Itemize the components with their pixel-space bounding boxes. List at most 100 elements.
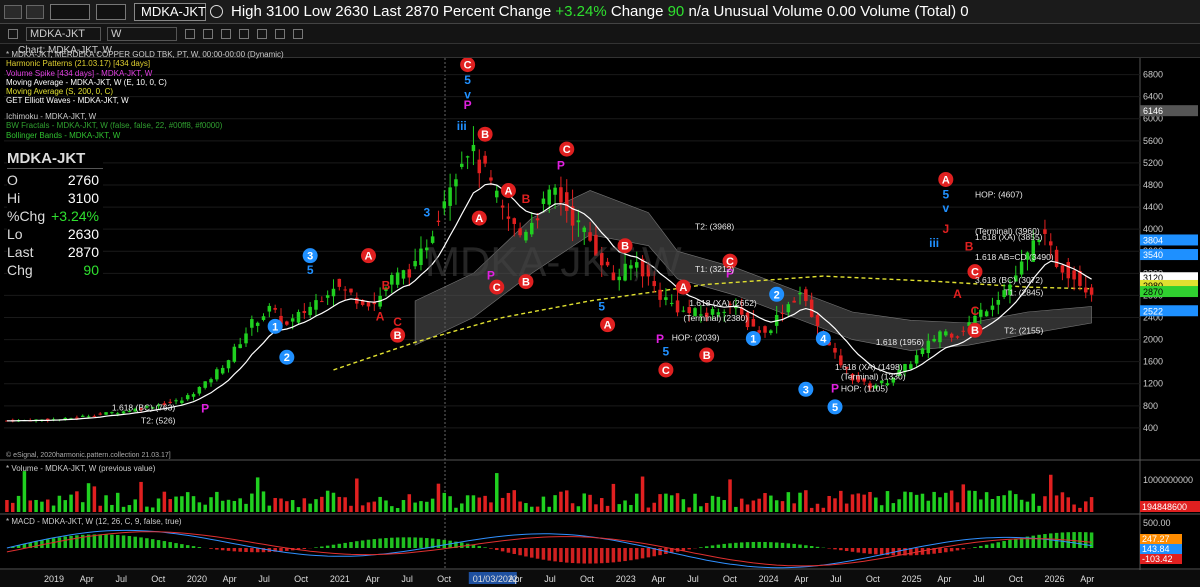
candle-body xyxy=(390,275,394,285)
interval-select[interactable]: W xyxy=(107,26,177,41)
macd-bar xyxy=(1031,535,1036,548)
time-tick-label: Jul xyxy=(115,574,127,584)
candle-body xyxy=(197,387,202,394)
macd-bar xyxy=(699,547,703,548)
macd-bar xyxy=(250,548,254,553)
volume-bar xyxy=(197,502,202,512)
volume-bar xyxy=(302,498,307,512)
price-tag-label: 3804 xyxy=(1143,235,1163,245)
wave-label: 1 xyxy=(272,321,278,333)
wave-label: A xyxy=(953,287,962,301)
bar-type-icon[interactable] xyxy=(185,28,195,39)
volume-bar xyxy=(909,492,913,512)
volume-bar xyxy=(716,496,721,512)
volume-bar xyxy=(360,505,365,512)
volume-bar xyxy=(734,506,738,512)
wave-label: B xyxy=(703,350,711,362)
volume-bar xyxy=(634,493,639,512)
candle-body xyxy=(209,379,213,383)
quote-row: Last 2870 xyxy=(7,243,103,261)
volume-bar xyxy=(454,507,458,512)
candle-body xyxy=(220,367,225,374)
volume-bar xyxy=(1014,494,1018,512)
volume-bar xyxy=(5,500,9,512)
time-tick-label: Oct xyxy=(866,574,881,584)
macd-bar xyxy=(588,548,592,564)
toolbar-field[interactable] xyxy=(50,3,90,20)
time-tick-label: 2021 xyxy=(330,574,350,584)
candle-body xyxy=(990,305,995,310)
toolbar-field-2[interactable] xyxy=(96,3,126,20)
symbol-lock-icon[interactable] xyxy=(210,5,223,18)
volume-bar xyxy=(518,501,522,512)
wave-label: 1 xyxy=(750,333,756,345)
macd-bar xyxy=(594,548,598,564)
wave-label: B xyxy=(971,325,979,337)
candle-body xyxy=(92,415,97,417)
wave-label: A xyxy=(364,251,372,263)
quote-row-label: Chg xyxy=(7,262,33,278)
volume-bar xyxy=(588,494,592,512)
chart-toolbar: MDKA-JKT W xyxy=(0,24,1200,44)
volume-bar xyxy=(460,503,464,512)
volume-bar xyxy=(22,471,27,512)
volume-bar xyxy=(914,494,919,512)
wave-label: B xyxy=(522,277,530,289)
volume-bar xyxy=(215,491,219,512)
draw-icon[interactable] xyxy=(221,28,231,39)
candle-body xyxy=(914,355,919,364)
candle-body xyxy=(815,315,820,326)
volume-bar xyxy=(483,495,487,512)
macd-bar xyxy=(401,537,406,548)
volume-bar xyxy=(564,490,569,512)
toolbar-symbol[interactable]: MDKA-JKT xyxy=(26,26,101,41)
macd-bar xyxy=(734,542,738,548)
volume-bar xyxy=(1049,474,1053,512)
candle-body xyxy=(203,381,207,388)
macd-bar xyxy=(599,548,604,564)
macd-bar xyxy=(559,548,563,563)
quote-row-value: 3100 xyxy=(67,190,99,206)
study-icon[interactable] xyxy=(239,28,249,39)
candle-body xyxy=(833,348,837,353)
candle-body xyxy=(104,412,108,415)
settings-icon[interactable] xyxy=(257,28,267,39)
macd-bar xyxy=(856,548,861,553)
zoom-icon[interactable] xyxy=(203,28,213,39)
macd-bar xyxy=(681,548,686,551)
volume-bar xyxy=(80,502,85,512)
candle-body xyxy=(296,311,301,323)
quote-text: High 3100 Low 2630 Last 2870 Percent Cha… xyxy=(231,3,556,20)
link-icon[interactable] xyxy=(275,28,285,39)
candle-body xyxy=(302,310,307,313)
wave-label: 5 xyxy=(942,187,949,201)
volume-bar xyxy=(809,507,814,512)
print-icon[interactable] xyxy=(293,28,303,39)
volume-bar xyxy=(28,500,32,512)
candle-body xyxy=(471,144,476,152)
volume-bar xyxy=(704,502,709,512)
volume-bar xyxy=(1025,501,1030,512)
price-tick-label: 6400 xyxy=(1143,92,1163,102)
chart-menu-icon[interactable] xyxy=(8,28,18,39)
layout-icon[interactable] xyxy=(4,4,22,19)
candle-body xyxy=(979,309,983,317)
macd-bar xyxy=(121,535,126,548)
quote-row-value: +3.24% xyxy=(51,208,99,224)
macd-bar xyxy=(990,543,995,548)
volume-bar xyxy=(973,490,977,512)
change-value: 90 xyxy=(667,3,685,20)
volume-bar xyxy=(1054,495,1059,512)
candle-body xyxy=(489,177,493,181)
pattern-annotation: T2: (2155) xyxy=(1004,326,1043,336)
symbol-input[interactable]: MDKA-JKT xyxy=(134,2,206,21)
candle-body xyxy=(944,331,948,336)
volume-bar xyxy=(605,505,610,512)
macd-bar xyxy=(98,534,102,548)
macd-bar xyxy=(1002,541,1006,548)
grid-icon[interactable] xyxy=(26,4,44,19)
volume-bar xyxy=(430,498,435,512)
volume-bar xyxy=(127,505,132,512)
macd-bar xyxy=(279,548,283,552)
macd-bar xyxy=(1049,533,1053,548)
